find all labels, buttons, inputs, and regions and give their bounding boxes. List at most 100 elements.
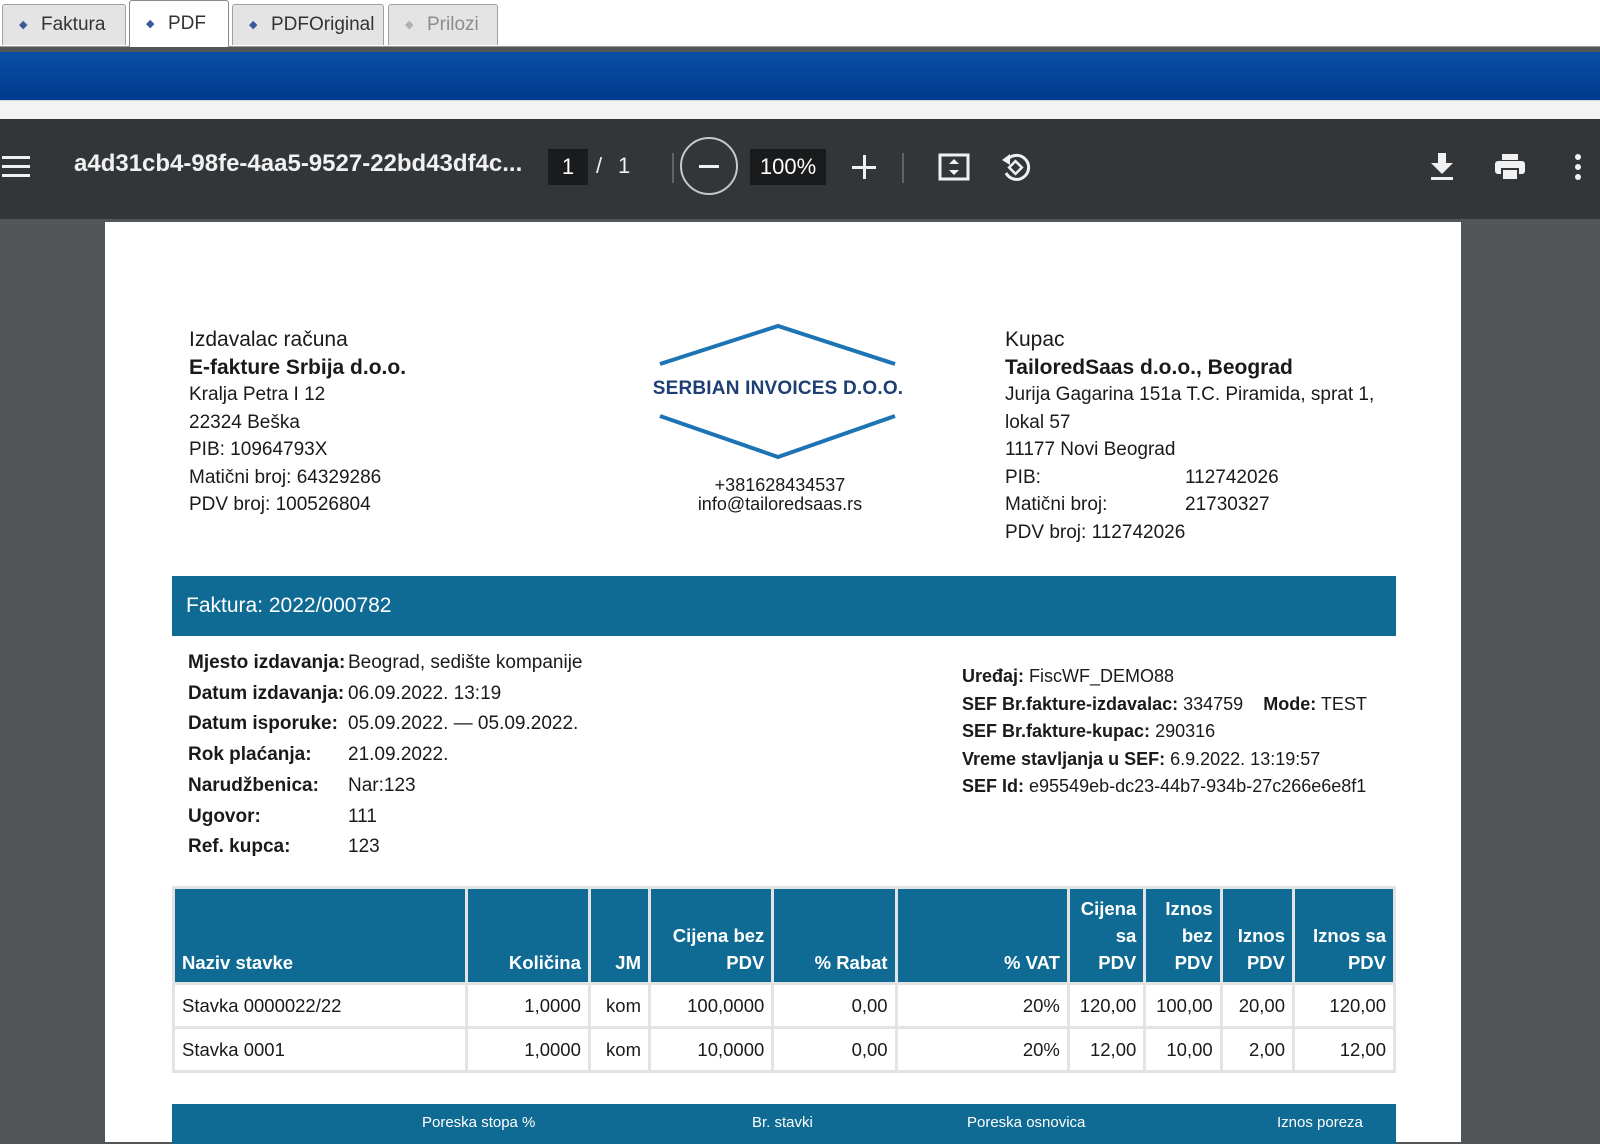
- device-label: Uređaj:: [962, 666, 1025, 686]
- header-text: Cijena bez: [672, 925, 765, 946]
- tab-label: PDF: [168, 13, 206, 34]
- meta-value: 06.09.2022. 13:19: [348, 682, 502, 704]
- buyer-mb-label: Matični broj:: [1005, 494, 1108, 515]
- table-cell: 1,0000: [467, 1029, 588, 1070]
- invoice-meta-right: Uređaj: FiscWF_DEMO88 SEF Br.fakture-izd…: [962, 663, 1367, 801]
- pdf-page: Izdavalac računa E-fakture Srbija d.o.o.…: [105, 222, 1461, 1144]
- header-text: Naziv stavke: [182, 952, 294, 973]
- sef-time-label: Vreme stavljanja u SEF:: [962, 748, 1166, 769]
- sef-buyer-row: SEF Br.fakture-kupac: 290316: [962, 718, 1367, 746]
- header-text: PDV: [1347, 952, 1386, 973]
- zoom-level-input[interactable]: 100%: [750, 149, 826, 185]
- table-cell: 10,0000: [650, 1029, 772, 1070]
- table-cell: 100,0000: [650, 985, 772, 1026]
- rotate-icon[interactable]: [998, 151, 1032, 183]
- meta-row: Rok plaćanja: 21.09.2022.: [188, 740, 582, 771]
- tab-prilozi[interactable]: ◆ Prilozi: [388, 4, 498, 45]
- meta-label: Ugovor:: [188, 805, 261, 827]
- header-text: PDV: [1246, 952, 1286, 973]
- meta-label: Narudžbenica:: [188, 774, 319, 796]
- tab-strip: ◆ Faktura ◆ PDF ◆ PDFOriginal ◆ Prilozi: [0, 0, 1600, 47]
- company-logo: SERBIAN INVOICES D.O.O.: [643, 320, 913, 470]
- device-row: Uređaj: FiscWF_DEMO88: [962, 663, 1367, 691]
- diamond-icon: ◆: [405, 19, 414, 31]
- print-icon[interactable]: [1494, 153, 1526, 181]
- table-cell: 12,00: [1069, 1029, 1144, 1070]
- meta-value: 21.09.2022.: [348, 744, 449, 766]
- table-cell: 1,0000: [467, 985, 588, 1026]
- table-cell: Stavka 0001: [175, 1029, 465, 1070]
- buyer-mb-row: Matični broj: 21730327: [1005, 491, 1374, 519]
- mode-value: TEST: [1320, 693, 1367, 714]
- col-header-iznos-sa-pdv: Iznos sa PDV: [1295, 889, 1393, 982]
- tab-pdforiginal[interactable]: ◆ PDFOriginal: [232, 4, 384, 45]
- meta-row: Narudžbenica: Nar:123: [188, 771, 582, 802]
- mode-label: Mode:: [1263, 693, 1317, 714]
- col-header-kolicina: Količina: [467, 889, 588, 982]
- table-row: Stavka 0000022/22 1,0000 kom 100,0000 0,…: [175, 985, 1393, 1026]
- col-header-vat: % VAT: [897, 889, 1067, 982]
- issuer-name: E-fakture Srbija d.o.o.: [189, 355, 407, 379]
- table-cell: 0,00: [774, 985, 895, 1026]
- toolbar-divider: [672, 153, 674, 183]
- spacer-band: [0, 100, 1600, 119]
- buyer-address: Jurija Gagarina 151a T.C. Piramida, spra…: [1005, 384, 1375, 405]
- meta-label: Datum izdavanja:: [188, 682, 345, 704]
- more-options-icon[interactable]: [1574, 153, 1582, 181]
- meta-row: Mjesto izdavanja: Beograd, sedište kompan…: [188, 648, 582, 679]
- table-cell: 20,00: [1222, 985, 1293, 1026]
- zoom-in-button[interactable]: [852, 155, 876, 179]
- issuer-line: PIB: 10964793X: [189, 439, 328, 460]
- meta-value: Nar:123: [348, 774, 416, 796]
- file-title: a4d31cb4-98fe-4aa5-9527-22bd43df4c...: [74, 150, 523, 177]
- table-cell: 120,00: [1069, 985, 1144, 1026]
- col-header-jm: JM: [590, 889, 648, 982]
- meta-label: Ref. kupca:: [188, 836, 291, 858]
- hamburger-menu-icon[interactable]: [2, 156, 30, 178]
- tab-pdf[interactable]: ◆ PDF: [129, 0, 229, 47]
- meta-label: Datum isporuke:: [188, 713, 338, 735]
- page-separator: /: [596, 153, 603, 178]
- issuer-line: 22324 Beška: [189, 411, 300, 433]
- sef-time-row: Vreme stavljanja u SEF: 6.9.2022. 13:19:…: [962, 746, 1367, 774]
- download-icon[interactable]: [1428, 151, 1456, 181]
- table-cell: Stavka 0000022/22: [175, 985, 465, 1026]
- issuer-block: Izdavalac računa E-fakture Srbija d.o.o.…: [189, 326, 406, 519]
- sef-issuer-label: SEF Br.fakture-izdavalac:: [962, 693, 1179, 714]
- contact-email: info@tailoredsaas.rs: [697, 494, 863, 514]
- header-text: Iznos sa: [1313, 925, 1386, 946]
- diamond-icon: ◆: [249, 19, 258, 31]
- zoom-out-button[interactable]: [680, 137, 738, 195]
- meta-row: Datum izdavanja: 06.09.2022. 13:19: [188, 679, 582, 710]
- table-cell: 2,00: [1222, 1029, 1293, 1070]
- buyer-name: TailoredSaas d.o.o., Beograd: [1005, 355, 1293, 379]
- table-cell: kom: [590, 1029, 648, 1070]
- tab-faktura[interactable]: ◆ Faktura: [2, 4, 126, 45]
- table-cell: 20%: [897, 1029, 1067, 1070]
- header-text: % Rabat: [814, 952, 888, 973]
- header-text: PDV: [726, 952, 765, 973]
- issuer-line: Matični broj: 64329286: [189, 466, 382, 488]
- sef-issuer-value: 334759: [1183, 693, 1244, 714]
- device-value: FiscWF_DEMO88: [1029, 666, 1175, 686]
- sef-id-value: e95549eb-dc23-44b7-934b-27c266e6e8f1: [1029, 776, 1367, 796]
- header-text: % VAT: [1004, 952, 1060, 973]
- meta-row: Ref. kupca: 123: [188, 832, 582, 863]
- col-header-iznos-bez-pdv: Iznos bez PDV: [1146, 889, 1220, 982]
- header-text: sa: [1115, 925, 1137, 946]
- buyer-pib-row: PIB: 112742026: [1005, 464, 1374, 492]
- header-text: Iznos: [1165, 898, 1213, 919]
- table-cell: 12,00: [1295, 1029, 1393, 1070]
- col-header-cijena-sa-pdv: Cijena sa PDV: [1069, 889, 1144, 982]
- fit-to-page-icon[interactable]: [938, 153, 970, 181]
- meta-value: Beograd, sedište kompanije: [348, 652, 583, 673]
- buyer-address: lokal 57: [1005, 411, 1071, 433]
- pdf-toolbar: a4d31cb4-98fe-4aa5-9527-22bd43df4c... 1 …: [0, 119, 1600, 219]
- contact-phone: +381628434537: [714, 475, 846, 495]
- page-number-input[interactable]: 1: [548, 149, 588, 185]
- items-header-row: Naziv stavke Količina JM Cijena bez PDV %…: [175, 889, 1393, 982]
- meta-label: Mjesto izdavanja:: [188, 652, 346, 673]
- sef-id-label: SEF Id:: [962, 776, 1024, 796]
- buyer-pib-label: PIB:: [1005, 466, 1041, 488]
- header-bar: [0, 52, 1600, 100]
